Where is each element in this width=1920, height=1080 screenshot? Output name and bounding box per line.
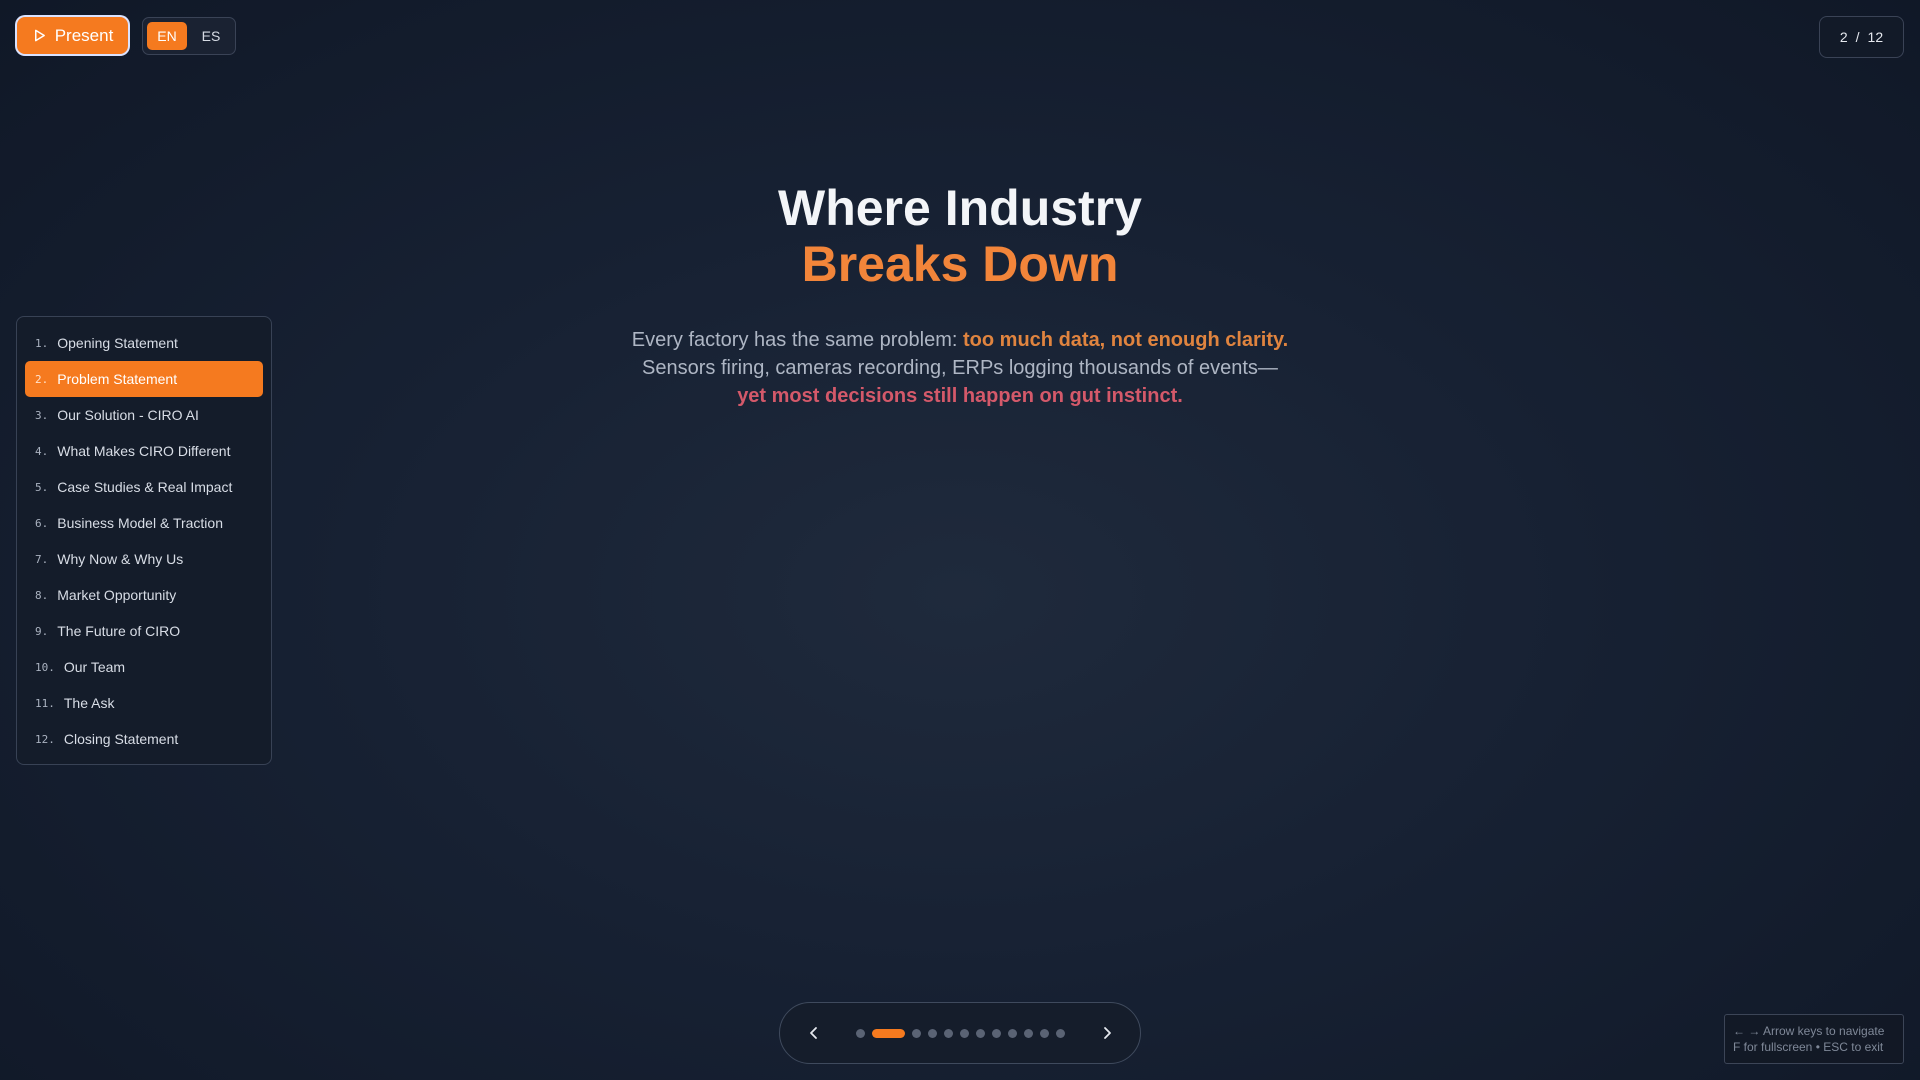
total-slides-number: 12: [1867, 29, 1884, 45]
keyboard-help: ← → Arrow keys to navigate F for fullscr…: [1724, 1014, 1904, 1064]
next-slide-button[interactable]: [1087, 1013, 1127, 1053]
counter-separator: /: [1855, 29, 1860, 45]
pager-dot-12[interactable]: [1055, 1028, 1065, 1038]
pager-dot-9[interactable]: [1007, 1028, 1017, 1038]
toc-item-number: 4.: [35, 444, 49, 458]
toc-item-7[interactable]: 7. Why Now & Why Us: [25, 541, 263, 577]
body-highlight-red: yet most decisions still happen on gut i…: [737, 385, 1183, 407]
language-option-es[interactable]: ES: [191, 22, 231, 50]
present-button[interactable]: Present: [17, 17, 128, 54]
toc-item-number: 6.: [35, 516, 49, 530]
toc-item-5[interactable]: 5. Case Studies & Real Impact: [25, 469, 263, 505]
toc-item-8[interactable]: 8. Market Opportunity: [25, 577, 263, 613]
toc-item-number: 12.: [35, 732, 55, 746]
slide-content: Where Industry Breaks Down Every factory…: [560, 180, 1360, 410]
toc-item-label: Case Studies & Real Impact: [57, 479, 233, 495]
toc-item-6[interactable]: 6. Business Model & Traction: [25, 505, 263, 541]
toc-item-number: 3.: [35, 408, 49, 422]
toc-item-label: Opening Statement: [57, 335, 178, 351]
body-part1: Every factory has the same problem:: [631, 329, 964, 351]
toc-item-9[interactable]: 9. The Future of CIRO: [25, 613, 263, 649]
toc-item-12[interactable]: 12. Closing Statement: [25, 721, 263, 757]
chevron-left-icon: [809, 1027, 817, 1039]
help-line-fullscreen: F for fullscreen • ESC to exit: [1733, 1040, 1884, 1054]
pager-dot-3[interactable]: [911, 1028, 921, 1038]
pager-dot-7[interactable]: [975, 1028, 985, 1038]
toc-item-label: Our Team: [63, 659, 126, 675]
help-line-navigate: ← → Arrow keys to navigate: [1733, 1024, 1885, 1038]
toc-item-number: 1.: [35, 336, 49, 350]
toc-item-number: 2.: [35, 372, 49, 386]
pager-dot-6[interactable]: [959, 1028, 969, 1038]
toc-item-number: 10.: [35, 660, 55, 674]
toc-item-label: Why Now & Why Us: [57, 551, 184, 567]
toc-item-4[interactable]: 4. What Makes CIRO Different: [25, 433, 263, 469]
toc-item-label: Problem Statement: [57, 371, 178, 387]
present-label: Present: [54, 25, 114, 45]
slide-title-line2: Breaks Down: [801, 236, 1119, 292]
toc-item-label: The Ask: [63, 695, 115, 711]
chevron-right-icon: [1103, 1027, 1111, 1039]
toc-item-number: 9.: [35, 624, 49, 638]
slide-body-text: Every factory has the same problem: too …: [560, 326, 1360, 410]
play-icon: [34, 29, 45, 42]
toc-item-number: 11.: [35, 696, 55, 710]
pager-dot-2[interactable]: [871, 1028, 905, 1038]
slide-pager: [779, 1002, 1141, 1064]
slide-title-line1: Where Industry: [778, 180, 1142, 236]
toc-item-number: 5.: [35, 480, 49, 494]
toc-item-label: Market Opportunity: [57, 587, 177, 603]
body-part2: Sensors firing, cameras recording, ERPs …: [642, 357, 1278, 379]
toc-item-label: Our Solution - CIRO AI: [57, 407, 199, 423]
slide-navigation-sidebar: 1. Opening Statement 2. Problem Statement 3.…: [16, 316, 272, 765]
pager-dot-1[interactable]: [855, 1028, 865, 1038]
toc-item-label: The Future of CIRO: [57, 623, 181, 639]
toc-item-10[interactable]: 10. Our Team: [25, 649, 263, 685]
toc-item-11[interactable]: 11. The Ask: [25, 685, 263, 721]
slide-counter: 2 / 12: [1819, 16, 1904, 58]
toc-item-label: Business Model & Traction: [57, 515, 223, 531]
toc-item-label: Closing Statement: [63, 731, 179, 747]
pager-dots: [855, 1028, 1065, 1038]
pager-dot-4[interactable]: [927, 1028, 937, 1038]
previous-slide-button[interactable]: [794, 1013, 834, 1053]
toc-item-2[interactable]: 2. Problem Statement: [25, 361, 263, 397]
pager-dot-11[interactable]: [1039, 1028, 1049, 1038]
pager-dot-10[interactable]: [1023, 1028, 1033, 1038]
pager-dot-8[interactable]: [991, 1028, 1001, 1038]
pager-dot-5[interactable]: [943, 1028, 953, 1038]
language-option-en[interactable]: EN: [147, 22, 187, 50]
toc-item-label: What Makes CIRO Different: [57, 443, 231, 459]
current-slide-number: 2: [1839, 29, 1848, 45]
toc-item-number: 7.: [35, 552, 49, 566]
toc-item-number: 8.: [35, 588, 49, 602]
language-toggle: EN ES: [142, 17, 236, 55]
toc-item-3[interactable]: 3. Our Solution - CIRO AI: [25, 397, 263, 433]
body-highlight-orange: too much data, not enough clarity.: [963, 329, 1289, 351]
toc-item-1[interactable]: 1. Opening Statement: [25, 325, 263, 361]
